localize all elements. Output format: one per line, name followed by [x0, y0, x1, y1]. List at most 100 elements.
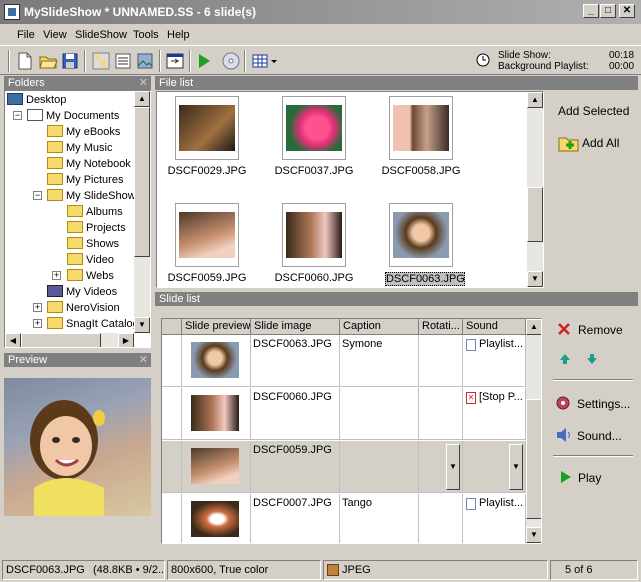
tree-item-desktop[interactable]: Desktop [7, 92, 66, 108]
open-folder-icon[interactable] [38, 51, 58, 71]
file-name-2[interactable]: DSCF0058.JPG [371, 165, 471, 177]
table-row[interactable]: DSCF0060.JPG ✕ [Stop P... [162, 388, 526, 440]
scroll-thumb[interactable] [527, 187, 543, 242]
tree-item-projects[interactable]: Projects [67, 220, 126, 236]
list-view-icon[interactable] [113, 51, 133, 71]
rotation-cell[interactable]: ▼ [419, 441, 463, 493]
table-row[interactable]: DSCF0007.JPG Tango Playlist... [162, 494, 526, 543]
file-thumb-3[interactable] [175, 203, 239, 267]
tree-item-video[interactable]: Video [67, 252, 114, 268]
rotation-cell[interactable] [419, 494, 463, 543]
slide-image-cell[interactable]: DSCF0059.JPG [251, 441, 340, 493]
collapse-icon[interactable]: − [13, 111, 22, 120]
settings-icon[interactable] [555, 395, 573, 411]
preview-view-icon[interactable] [135, 51, 155, 71]
scroll-up-icon[interactable]: ▲ [526, 319, 541, 335]
expand-icon[interactable]: + [33, 303, 42, 312]
tree-item-my-music[interactable]: My Music [47, 140, 112, 156]
slide-grid[interactable]: Slide preview Slide image Caption Rotati… [161, 318, 542, 544]
file-thumb-5[interactable] [389, 203, 453, 267]
file-thumb-4[interactable] [282, 203, 346, 267]
minimize-button[interactable]: _ [583, 4, 599, 18]
scroll-down-icon[interactable]: ▼ [526, 527, 541, 543]
tree-item-my-documents[interactable]: My Documents [27, 108, 119, 124]
menu-view[interactable]: View [43, 29, 67, 41]
caption-cell[interactable]: Tango [340, 494, 419, 543]
tree-item-webs[interactable]: Webs [67, 268, 114, 284]
file-name-1[interactable]: DSCF0037.JPG [264, 165, 364, 177]
save-icon[interactable] [60, 51, 80, 71]
caption-cell[interactable]: Symone [340, 335, 419, 387]
rotation-cell[interactable] [419, 335, 463, 387]
file-name-5-selected[interactable]: DSCF0063.JPG [385, 272, 465, 286]
sound-icon[interactable] [555, 427, 573, 443]
scroll-left-icon[interactable]: ◀ [5, 333, 21, 347]
tree-item-nerovision[interactable]: NeroVision [47, 300, 120, 316]
play-icon[interactable] [194, 51, 214, 71]
rotation-cell[interactable] [419, 388, 463, 440]
tree-item-my-notebook[interactable]: My Notebook [47, 156, 131, 172]
layout-dropdown-icon[interactable] [251, 51, 279, 71]
preview-close-icon[interactable]: ✕ [139, 353, 148, 367]
close-button[interactable]: ✕ [619, 4, 635, 18]
expand-icon[interactable]: + [33, 319, 42, 328]
menu-slideshow[interactable]: SlideShow [75, 29, 127, 41]
col-slide-image[interactable]: Slide image [251, 319, 340, 335]
play-icon[interactable] [560, 470, 572, 484]
remove-button[interactable]: Remove [578, 323, 623, 337]
table-row[interactable]: DSCF0063.JPG Symone Playlist... [162, 335, 526, 387]
menu-tools[interactable]: Tools [133, 29, 159, 41]
burn-disc-icon[interactable] [221, 51, 241, 71]
folder-tree[interactable]: Desktop − My Documents My eBooks My Musi… [4, 90, 151, 348]
tree-item-albums[interactable]: Albums [67, 204, 123, 220]
tree-item-snagit-catalog[interactable]: SnagIt Catalog [47, 316, 139, 332]
rotation-dropdown-icon[interactable]: ▼ [446, 444, 460, 490]
file-grid[interactable]: DSCF0029.JPG DSCF0037.JPG DSCF0058.JPG D… [156, 91, 544, 288]
table-row-selected[interactable]: DSCF0059.JPG ▼ ▼ [162, 441, 526, 493]
scroll-down-icon[interactable]: ▼ [134, 317, 150, 333]
menu-help[interactable]: Help [167, 29, 190, 41]
col-rotation[interactable]: Rotati... [419, 319, 463, 335]
collapse-icon[interactable]: − [33, 191, 42, 200]
col-caption[interactable]: Caption [340, 319, 419, 335]
slide-image-cell[interactable]: DSCF0007.JPG [251, 494, 340, 543]
tree-item-my-pictures[interactable]: My Pictures [47, 172, 123, 188]
tree-item-my-slideshow[interactable]: My SlideShow [47, 188, 136, 204]
add-all-icon[interactable] [558, 133, 580, 153]
new-file-icon[interactable] [15, 51, 35, 71]
sound-cell[interactable]: ▼ [463, 441, 526, 493]
file-thumb-0[interactable] [175, 96, 239, 160]
play-button[interactable]: Play [578, 471, 601, 485]
scroll-thumb[interactable] [134, 107, 150, 257]
folders-hscrollbar[interactable]: ◀ ▶ [5, 333, 134, 347]
tree-item-my-videos[interactable]: My Videos [47, 284, 117, 300]
expand-icon[interactable]: + [52, 271, 61, 280]
add-all-button[interactable]: Add All [582, 136, 619, 150]
tree-item-shows[interactable]: Shows [67, 236, 119, 252]
col-slide-preview[interactable]: Slide preview [182, 319, 251, 335]
sound-cell[interactable]: Playlist... [463, 494, 526, 543]
remove-icon[interactable] [557, 322, 571, 336]
file-name-4[interactable]: DSCF0060.JPG [264, 272, 364, 284]
folders-close-icon[interactable]: ✕ [139, 76, 148, 90]
sound-cell[interactable]: ✕ [Stop P... [463, 388, 526, 440]
scroll-thumb[interactable] [21, 333, 101, 347]
file-name-3[interactable]: DSCF0059.JPG [157, 272, 257, 284]
tree-item-my-ebooks[interactable]: My eBooks [47, 124, 120, 140]
tree-view-icon[interactable] [91, 51, 111, 71]
file-thumb-1[interactable] [282, 96, 346, 160]
app-icon[interactable] [4, 4, 20, 20]
scroll-thumb[interactable] [526, 399, 541, 519]
col-sound[interactable]: Sound [463, 319, 526, 335]
slide-list-vscrollbar[interactable]: ▲ ▼ [526, 319, 541, 543]
scroll-down-icon[interactable]: ▼ [527, 271, 543, 287]
move-up-icon[interactable] [559, 353, 571, 365]
scroll-up-icon[interactable]: ▲ [527, 92, 543, 108]
window-view-icon[interactable] [165, 51, 185, 71]
sound-cell[interactable]: Playlist... [463, 335, 526, 387]
scroll-right-icon[interactable]: ▶ [118, 333, 134, 347]
sound-dropdown-icon[interactable]: ▼ [509, 444, 523, 490]
caption-cell[interactable] [340, 441, 419, 493]
file-thumb-2[interactable] [389, 96, 453, 160]
slide-image-cell[interactable]: DSCF0063.JPG [251, 335, 340, 387]
